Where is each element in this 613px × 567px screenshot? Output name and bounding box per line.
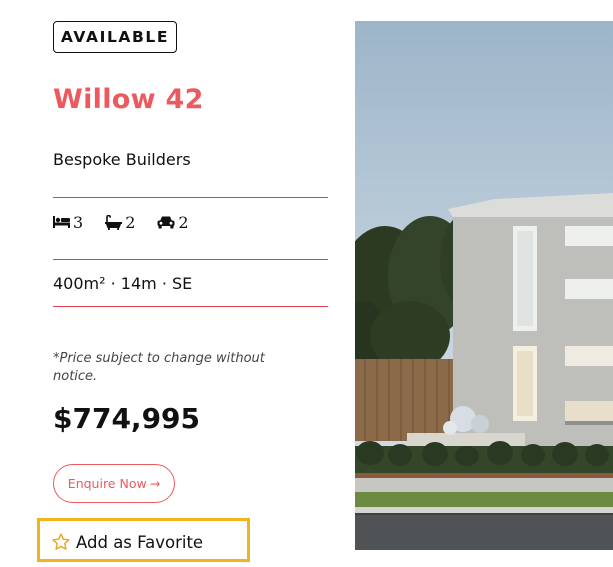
builder-name: Bespoke Builders — [53, 150, 191, 169]
status-badge: AVAILABLE — [53, 21, 177, 53]
feature-list: 3 2 2 — [53, 210, 189, 234]
feature-beds-count: 3 — [73, 212, 84, 232]
feature-baths-count: 2 — [125, 212, 136, 232]
divider-middle — [53, 259, 328, 260]
listing-title: Willow 42 — [53, 84, 204, 115]
add-favorite-button[interactable]: Add as Favorite — [51, 531, 203, 553]
price-note: *Price subject to change without notice. — [53, 351, 265, 384]
arrow-right-icon: → — [149, 476, 161, 491]
price: $774,995 — [53, 402, 201, 435]
feature-cars-count: 2 — [178, 212, 189, 232]
add-favorite-label: Add as Favorite — [76, 532, 204, 552]
lot-specs: 400m² · 14m · SE — [53, 274, 193, 293]
enquire-now-label: Enquire Now — [67, 476, 147, 491]
feature-beds: 3 — [53, 213, 83, 232]
divider-bottom — [53, 306, 328, 307]
enquire-now-button[interactable]: Enquire Now → — [53, 464, 175, 503]
star-outline-icon — [52, 533, 70, 550]
house-photo — [355, 21, 613, 550]
feature-baths: 2 — [105, 213, 135, 232]
bed-icon — [53, 216, 70, 228]
car-icon — [157, 216, 175, 229]
feature-cars: 2 — [157, 212, 189, 232]
bath-icon — [105, 214, 123, 230]
divider-top — [53, 197, 328, 198]
